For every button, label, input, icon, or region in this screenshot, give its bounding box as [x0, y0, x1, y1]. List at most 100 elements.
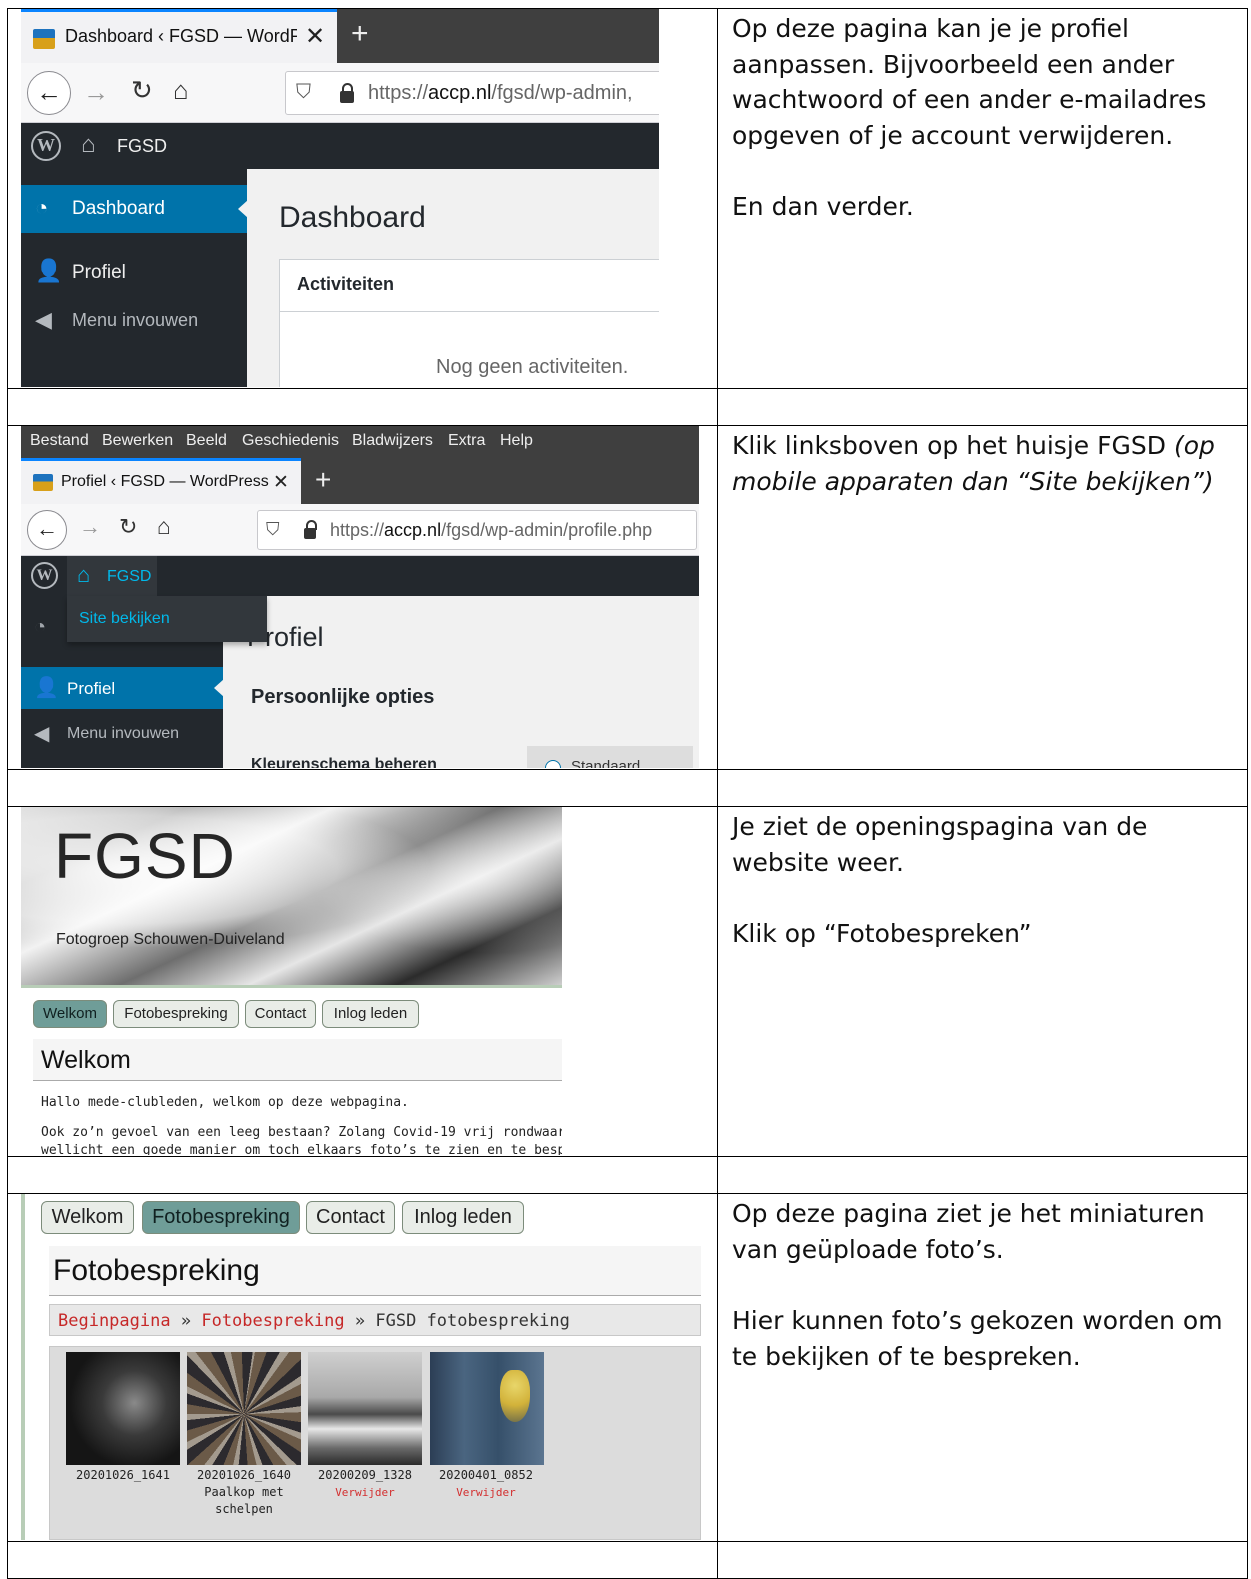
- menu-bewerken[interactable]: Bewerken: [102, 432, 173, 450]
- photo-thumbnail[interactable]: [308, 1352, 422, 1465]
- reload-icon[interactable]: ↻: [119, 514, 137, 540]
- sidebar-item-profiel[interactable]: 👤 Profiel: [21, 667, 224, 709]
- photo-thumbnail[interactable]: [187, 1352, 301, 1465]
- thumbnail-description: Paalkop met schelpen: [204, 1485, 284, 1516]
- close-icon[interactable]: ✕: [305, 22, 325, 51]
- plus-icon[interactable]: +: [351, 17, 369, 51]
- spacer-row: [7, 769, 1248, 807]
- browser-tab[interactable]: Dashboard ‹ FGSD — WordP ✕: [21, 9, 337, 63]
- back-arrow-icon[interactable]: ←: [27, 71, 71, 115]
- nav-contact[interactable]: Contact: [306, 1201, 395, 1234]
- thumbnail-caption: 20201026_1640: [197, 1468, 291, 1482]
- radio-icon[interactable]: [545, 760, 561, 768]
- browser-tab-bar: Dashboard ‹ FGSD — WordP ✕ +: [21, 9, 659, 63]
- home-icon[interactable]: ⌂: [81, 131, 96, 159]
- site-nav: Welkom Fotobespreking Contact Inlog lede…: [21, 985, 562, 1045]
- description-cell: Je ziet de openingspagina van de website…: [717, 806, 1248, 1157]
- nav-inlog-leden[interactable]: Inlog leden: [402, 1201, 524, 1234]
- color-scheme-option[interactable]: Standaard: [527, 746, 693, 768]
- spacer-row: [7, 1541, 1248, 1579]
- description-cell: Klik linksboven op het huisje FGSD (op m…: [717, 425, 1248, 770]
- nav-welkom[interactable]: Welkom: [41, 1201, 134, 1234]
- breadcrumb-link[interactable]: Fotobespreking: [201, 1311, 344, 1331]
- wordpress-logo-icon[interactable]: W: [31, 131, 61, 161]
- url-bar[interactable]: ⛉ https://accp.nl/fgsd/wp-admin/profile.…: [257, 510, 697, 550]
- site-tagline: Fotogroep Schouwen-Duiveland: [56, 931, 285, 948]
- sidebar-item-collapse[interactable]: ◀ Menu invouwen: [21, 299, 247, 343]
- close-icon[interactable]: ✕: [273, 471, 289, 494]
- nav-fotobespreking[interactable]: Fotobespreking: [113, 1000, 239, 1028]
- activity-box: Activiteiten Nog geen activiteiten.: [279, 259, 659, 387]
- sidebar-item-label: Profiel: [72, 262, 126, 283]
- menu-geschiedenis[interactable]: Geschiedenis: [242, 432, 339, 450]
- back-arrow-icon[interactable]: ←: [27, 510, 67, 550]
- url-text: https://accp.nl/fgsd/wp-admin,: [368, 82, 633, 104]
- wp-admin-bar: W ⌂ FGSD: [21, 556, 699, 596]
- wordpress-logo-icon[interactable]: W: [31, 562, 58, 589]
- thumbnail-caption: 20200401_0852: [439, 1468, 533, 1482]
- breadcrumb: Beginpagina » Fotobespreking » FGSD foto…: [49, 1304, 701, 1336]
- menu-extra[interactable]: Extra: [448, 432, 485, 450]
- shield-icon: ⛉: [296, 81, 311, 103]
- site-name-link[interactable]: FGSD: [117, 136, 167, 157]
- plus-icon[interactable]: +: [315, 464, 331, 496]
- lock-icon: [304, 520, 317, 539]
- description-cell: Op deze pagina kan je je profiel aanpass…: [717, 8, 1248, 389]
- menu-beeld[interactable]: Beeld: [186, 432, 227, 450]
- screenshot-cell: FGSD Fotogroep Schouwen-Duiveland Welkom…: [7, 806, 718, 1157]
- home-icon: ⌂: [77, 562, 91, 587]
- home-icon[interactable]: ⌂: [157, 513, 171, 540]
- breadcrumb-link[interactable]: Beginpagina: [58, 1311, 171, 1331]
- site-dropdown: Site bekijken: [67, 596, 267, 642]
- photo-thumbnail[interactable]: [66, 1352, 180, 1465]
- screenshot-cell: Dashboard ‹ FGSD — WordP ✕ + ← → ↻ ⌂ ⛉ h…: [7, 8, 718, 389]
- thumbnail-gallery: 20201026_1641 20201026_1640 20200209_132…: [49, 1346, 701, 1540]
- box-empty-text: Nog geen activiteiten.: [436, 356, 629, 378]
- browser-tab[interactable]: Profiel ‹ FGSD — WordPress ✕: [21, 458, 301, 504]
- screenshot-dashboard: Dashboard ‹ FGSD — WordP ✕ + ← → ↻ ⌂ ⛉ h…: [21, 9, 659, 387]
- nav-welkom[interactable]: Welkom: [33, 1000, 107, 1028]
- sidebar-item-dashboard[interactable]: ◔ Dashboard: [21, 185, 248, 233]
- thumbnail-caption: 20201026_1641: [76, 1468, 170, 1482]
- description-text: Klik op “Fotobespreken”: [732, 919, 1032, 948]
- intro-paragraph: Hallo mede-clubleden, welkom op deze web…: [41, 1095, 409, 1110]
- reload-icon[interactable]: ↻: [131, 75, 153, 106]
- nav-contact[interactable]: Contact: [245, 1000, 316, 1028]
- menu-help[interactable]: Help: [500, 432, 533, 450]
- collapse-menu-icon: ◀: [34, 723, 50, 745]
- sidebar-item-label: Menu invouwen: [72, 310, 199, 330]
- field-label: Kleurenschema beheren: [251, 756, 437, 768]
- browser-menubar: Bestand Bewerken Beeld Geschiedenis Blad…: [21, 426, 699, 458]
- site-favicon-icon: [33, 29, 55, 49]
- url-text: https://accp.nl/fgsd/wp-admin/profile.ph…: [330, 520, 653, 540]
- site-menu-hover[interactable]: ⌂ FGSD: [67, 556, 157, 596]
- home-icon[interactable]: ⌂: [173, 75, 189, 106]
- menu-bestand[interactable]: Bestand: [30, 432, 89, 450]
- delete-link[interactable]: Verwijder: [426, 1484, 546, 1501]
- delete-link[interactable]: Verwijder: [305, 1484, 425, 1501]
- site-favicon-icon: [33, 474, 53, 491]
- view-site-link[interactable]: Site bekijken: [79, 610, 170, 628]
- user-icon: 👤: [34, 677, 59, 699]
- dashboard-icon[interactable]: ◔: [34, 616, 46, 639]
- screenshot-fotobespreking: Welkom Fotobespreking Contact Inlog lede…: [21, 1194, 701, 1540]
- description-cell: Op deze pagina ziet je het miniaturen va…: [717, 1193, 1248, 1542]
- sidebar-item-label: Menu invouwen: [67, 725, 180, 742]
- spacer-row: [7, 388, 1248, 426]
- nav-fotobespreking[interactable]: Fotobespreking: [142, 1201, 300, 1234]
- forward-arrow-icon[interactable]: →: [83, 77, 109, 108]
- shield-icon: ⛉: [266, 519, 280, 539]
- screenshot-profile: Bestand Bewerken Beeld Geschiedenis Blad…: [21, 426, 699, 768]
- sidebar-item-collapse[interactable]: ◀ Menu invouwen: [21, 714, 223, 754]
- screenshot-homepage: FGSD Fotogroep Schouwen-Duiveland Welkom…: [21, 807, 562, 1155]
- photo-thumbnail[interactable]: [430, 1352, 544, 1465]
- site-title: FGSD: [54, 820, 236, 892]
- url-bar[interactable]: ⛉ https://accp.nl/fgsd/wp-admin,: [285, 71, 659, 115]
- forward-arrow-icon[interactable]: →: [79, 514, 101, 540]
- menu-bladwijzers[interactable]: Bladwijzers: [352, 432, 433, 450]
- nav-inlog-leden[interactable]: Inlog leden: [322, 1000, 419, 1028]
- user-icon: 👤: [35, 258, 63, 283]
- tab-title: Dashboard ‹ FGSD — WordP: [65, 26, 297, 46]
- sidebar-item-profiel[interactable]: 👤 Profiel: [21, 249, 247, 297]
- table-row: Dashboard ‹ FGSD — WordP ✕ + ← → ↻ ⌂ ⛉ h…: [7, 8, 1248, 389]
